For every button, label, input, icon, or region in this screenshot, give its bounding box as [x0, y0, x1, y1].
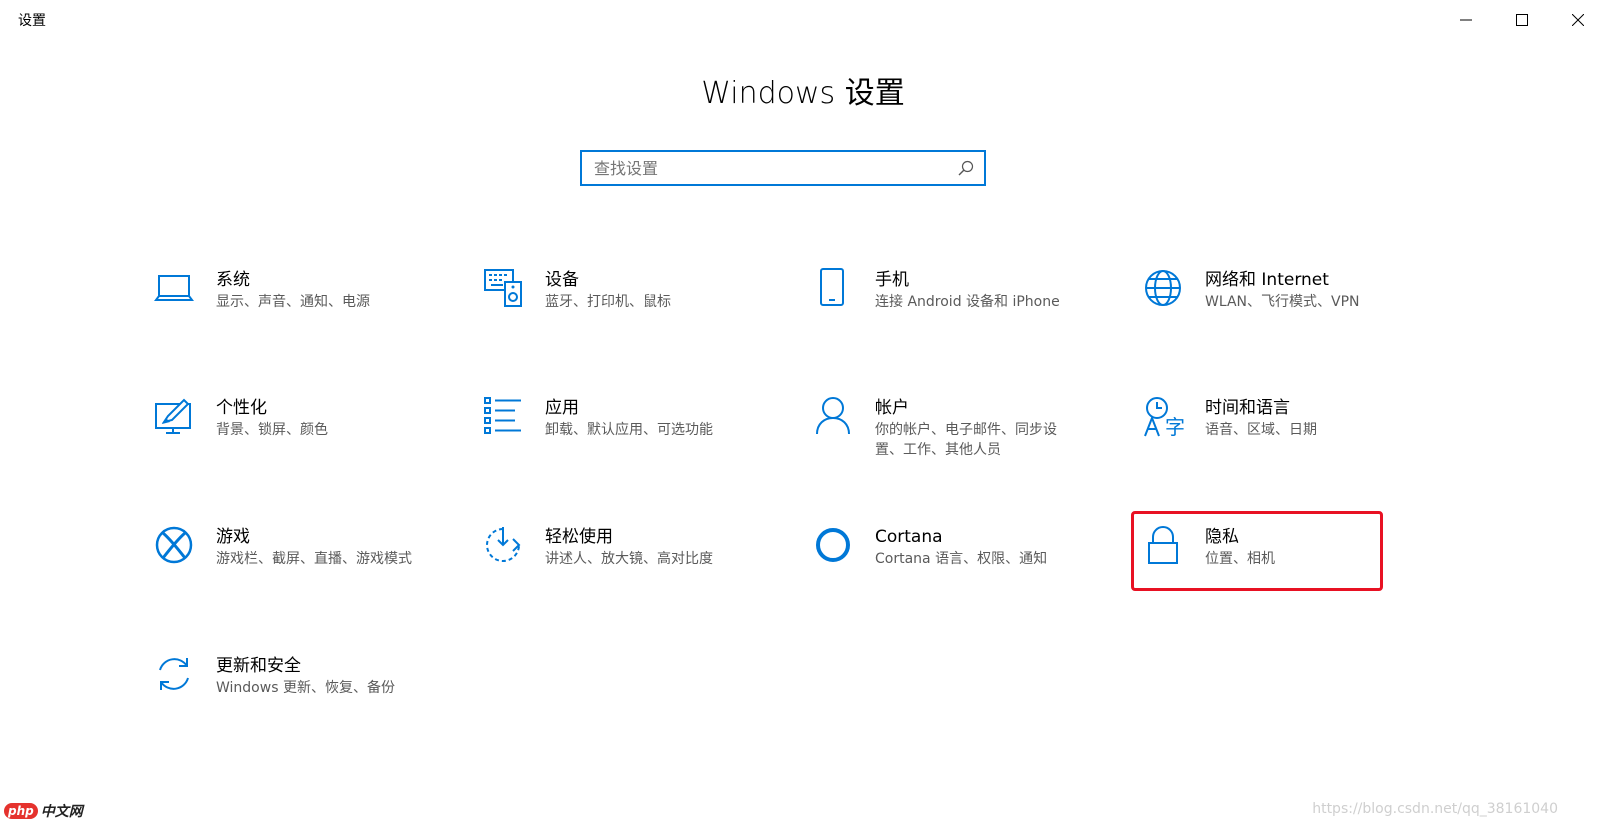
maximize-icon	[1516, 14, 1528, 26]
tile-title: 游戏	[216, 527, 250, 547]
phone-icon	[813, 268, 857, 312]
close-button[interactable]	[1550, 0, 1606, 40]
sync-icon	[154, 654, 198, 698]
tile-desc: 讲述人、放大镜、高对比度	[545, 551, 713, 567]
close-icon	[1572, 14, 1584, 26]
tile-desc: Windows 更新、恢复、备份	[216, 680, 395, 696]
tile-update-security[interactable]: 更新和安全 Windows 更新、恢复、备份	[154, 654, 424, 734]
tile-text: 手机 连接 Android 设备和 iPhone	[875, 268, 1085, 312]
tile-text: 设备 蓝牙、打印机、鼠标	[545, 268, 755, 312]
personalization-icon	[154, 396, 198, 440]
tile-title: 系统	[216, 270, 250, 290]
cortana-icon	[813, 525, 857, 569]
logo-php-badge: php	[4, 803, 38, 819]
ease-of-access-icon	[483, 525, 527, 569]
site-logo: php 中文网	[4, 801, 83, 821]
tile-system[interactable]: 系统 显示、声音、通知、电源	[154, 268, 424, 348]
tile-title: 网络和 Internet	[1205, 270, 1329, 290]
tile-text: 轻松使用 讲述人、放大镜、高对比度	[545, 525, 755, 569]
watermark-url: https://blog.csdn.net/qq_38161040	[1312, 801, 1558, 817]
search-icon	[958, 160, 974, 176]
page-title: Windows 设置	[701, 76, 905, 111]
tile-text: 应用 卸载、默认应用、可选功能	[545, 396, 755, 440]
tile-desc: 卸载、默认应用、可选功能	[545, 422, 713, 438]
tile-gaming[interactable]: 游戏 游戏栏、截屏、直播、游戏模式	[154, 525, 424, 605]
tile-time-language[interactable]: 字 时间和语言 语音、区域、日期	[1143, 396, 1413, 476]
tile-desc: 背景、锁屏、颜色	[216, 422, 328, 438]
settings-window: 设置 Windows 设置 查找设置 系统 显示、声音、通知、电源 设备 蓝牙、…	[0, 0, 1606, 823]
tile-title: 个性化	[216, 398, 267, 418]
window-title: 设置	[18, 13, 46, 29]
tile-text: 帐户 你的帐户、电子邮件、同步设置、工作、其他人员	[875, 396, 1075, 460]
tile-desc: 游戏栏、截屏、直播、游戏模式	[216, 551, 412, 567]
tile-devices[interactable]: 设备 蓝牙、打印机、鼠标	[483, 268, 753, 348]
tile-accounts[interactable]: 帐户 你的帐户、电子邮件、同步设置、工作、其他人员	[813, 396, 1083, 476]
laptop-icon	[154, 268, 198, 312]
window-controls	[1438, 0, 1606, 40]
search-box[interactable]	[580, 150, 986, 186]
tile-text: 网络和 Internet WLAN、飞行模式、VPN	[1205, 268, 1415, 312]
tile-text: 系统 显示、声音、通知、电源	[216, 268, 426, 312]
highlight-box	[1131, 511, 1383, 591]
tile-network[interactable]: 网络和 Internet WLAN、飞行模式、VPN	[1143, 268, 1413, 348]
logo-text: 中文网	[40, 804, 83, 820]
globe-icon	[1143, 268, 1187, 312]
tile-title: 手机	[875, 270, 909, 290]
tile-desc: 语音、区域、日期	[1205, 422, 1317, 438]
person-icon	[813, 396, 857, 440]
tile-title: 应用	[545, 398, 579, 418]
search-input[interactable]	[594, 152, 934, 184]
xbox-icon	[154, 525, 198, 569]
tile-text: 个性化 背景、锁屏、颜色	[216, 396, 426, 440]
tile-title: 设备	[545, 270, 579, 290]
tile-desc: 显示、声音、通知、电源	[216, 294, 370, 310]
minimize-icon	[1460, 19, 1472, 21]
svg-text:字: 字	[1165, 415, 1185, 439]
tile-text: 更新和安全 Windows 更新、恢复、备份	[216, 654, 426, 698]
tile-phone[interactable]: 手机 连接 Android 设备和 iPhone	[813, 268, 1083, 348]
tile-ease-of-access[interactable]: 轻松使用 讲述人、放大镜、高对比度	[483, 525, 753, 605]
search-button[interactable]	[958, 160, 974, 176]
tile-text: 时间和语言 语音、区域、日期	[1205, 396, 1415, 440]
tile-title: 更新和安全	[216, 656, 301, 676]
tile-desc: 连接 Android 设备和 iPhone	[875, 294, 1060, 310]
keyboard-speaker-icon	[483, 268, 527, 312]
tile-desc: WLAN、飞行模式、VPN	[1205, 294, 1360, 310]
tile-title: 时间和语言	[1205, 398, 1290, 418]
tile-apps[interactable]: 应用 卸载、默认应用、可选功能	[483, 396, 753, 476]
minimize-button[interactable]	[1438, 0, 1494, 40]
tile-title: 轻松使用	[545, 527, 613, 547]
title-bar[interactable]: 设置	[0, 0, 1606, 40]
tile-text: Cortana Cortana 语言、权限、通知	[875, 525, 1085, 569]
tile-title: Cortana	[875, 527, 943, 547]
tile-desc: 蓝牙、打印机、鼠标	[545, 294, 671, 310]
tile-desc: Cortana 语言、权限、通知	[875, 551, 1048, 567]
tile-desc: 你的帐户、电子邮件、同步设置、工作、其他人员	[875, 422, 1057, 458]
tile-cortana[interactable]: Cortana Cortana 语言、权限、通知	[813, 525, 1083, 605]
maximize-button[interactable]	[1494, 0, 1550, 40]
tile-personalization[interactable]: 个性化 背景、锁屏、颜色	[154, 396, 424, 476]
apps-list-icon	[483, 396, 527, 440]
tile-text: 游戏 游戏栏、截屏、直播、游戏模式	[216, 525, 426, 569]
tile-title: 帐户	[875, 398, 909, 418]
time-language-icon: 字	[1143, 396, 1187, 440]
